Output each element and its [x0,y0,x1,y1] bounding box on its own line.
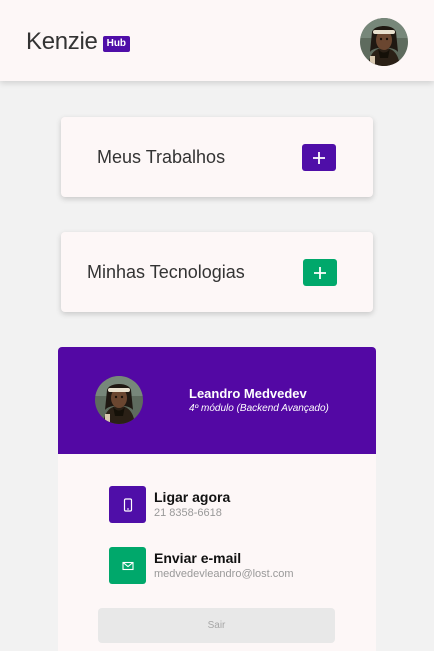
brand-badge: Hub [102,36,131,52]
call-now-label: Ligar agora [154,489,231,505]
phone-number: 21 8358-6618 [154,507,222,519]
logout-button[interactable]: Sair [98,608,335,643]
profile-header: Leandro Medvedev 4º módulo (Backend Avan… [58,347,376,454]
phone-icon [109,486,146,523]
profile-name: Leandro Medvedev [189,386,307,401]
plus-icon [314,266,326,279]
techs-card: Minhas Tecnologias [61,232,373,312]
brand-name: Kenzie [26,28,98,55]
works-card: Meus Trabalhos [61,117,373,197]
works-title: Meus Trabalhos [97,147,226,167]
add-work-button[interactable] [302,144,336,171]
profile-module: 4º módulo (Backend Avançado) [189,403,329,414]
profile-avatar [95,376,143,424]
add-tech-button[interactable] [303,259,337,286]
send-email-action[interactable]: Enviar e-mail medvedevleandro@lost.com [109,547,349,585]
email-address: medvedevleandro@lost.com [154,568,294,580]
call-now-action[interactable]: Ligar agora 21 8358-6618 [109,486,349,524]
send-email-label: Enviar e-mail [154,550,242,566]
techs-title: Minhas Tecnologias [87,262,245,282]
top-header: Kenzie Hub [0,0,434,81]
brand-logo: Kenzie Hub [26,28,131,56]
header-avatar[interactable] [360,18,408,66]
plus-icon [313,151,325,164]
profile-card: Leandro Medvedev 4º módulo (Backend Avan… [58,347,376,651]
mail-icon [109,547,146,584]
